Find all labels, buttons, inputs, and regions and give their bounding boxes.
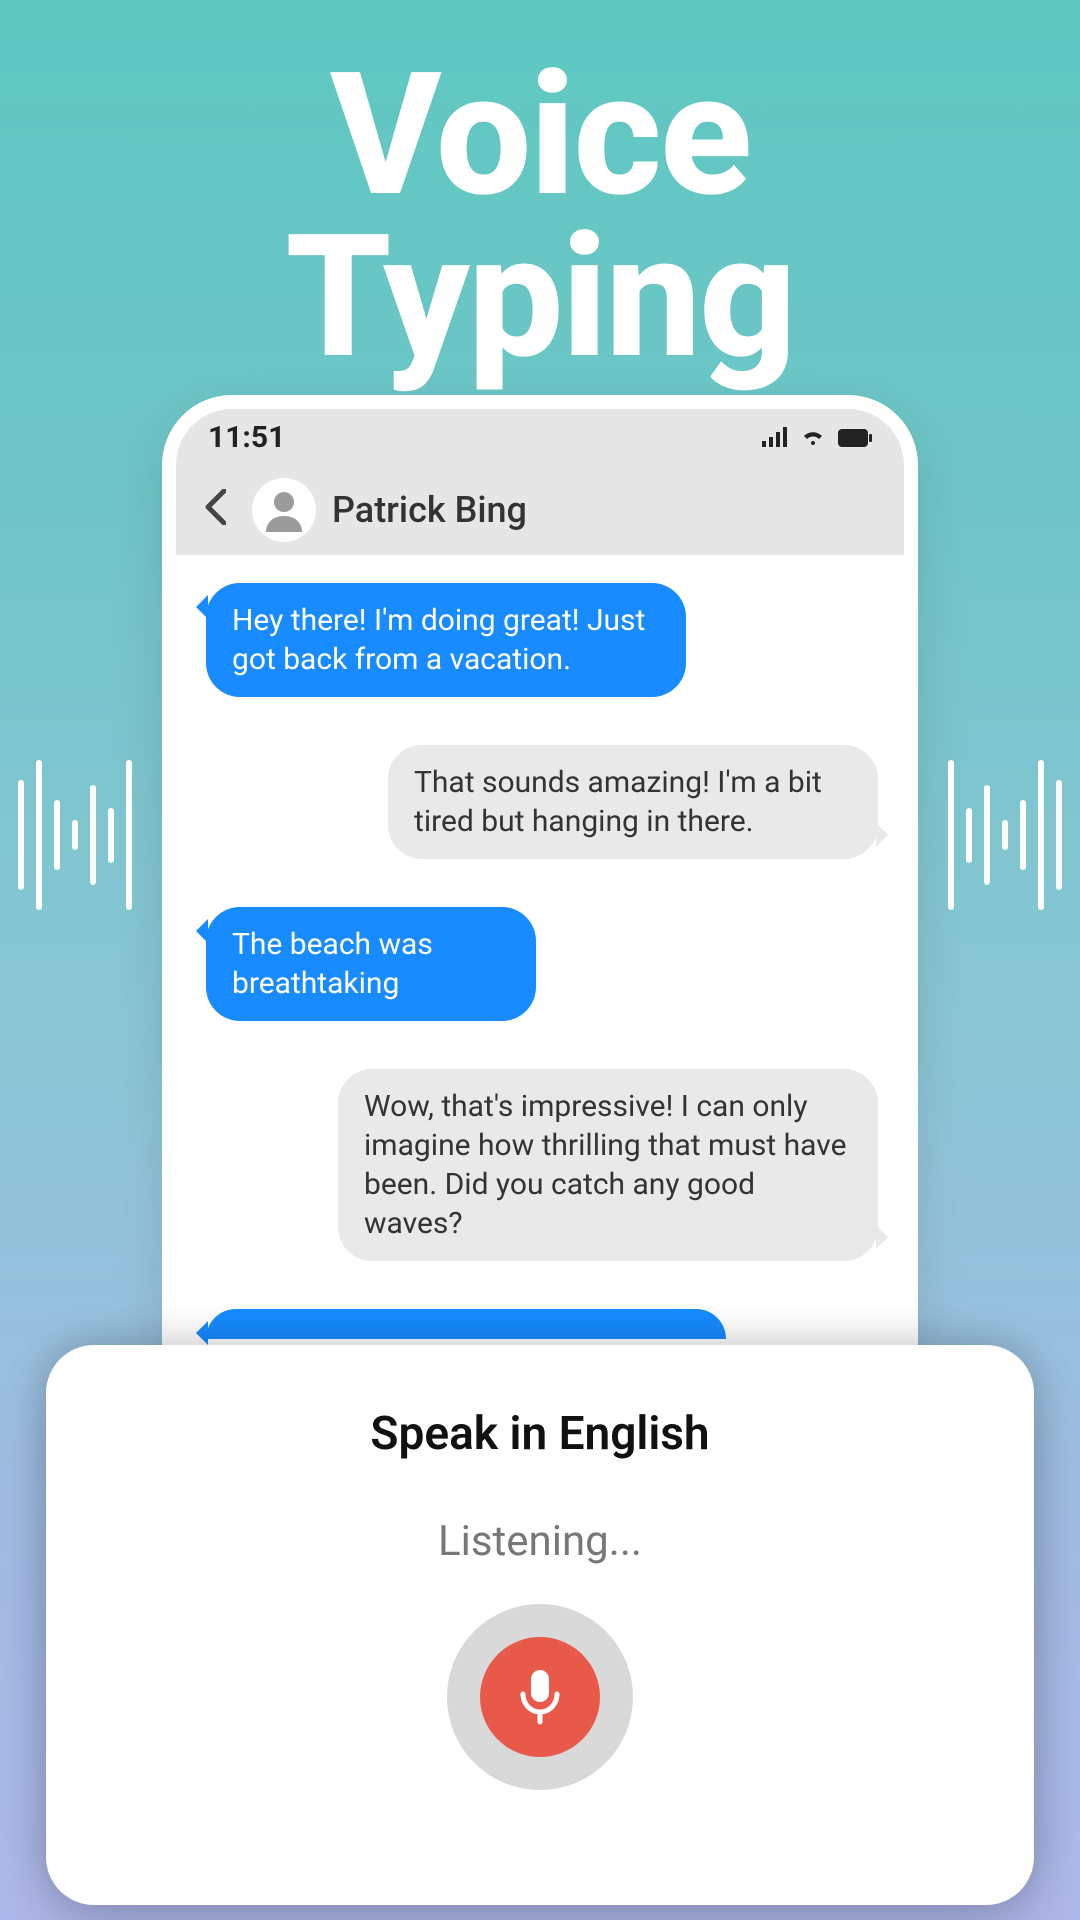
microphone-icon <box>517 1668 563 1726</box>
voice-input-title: Speak in English <box>46 1407 1034 1461</box>
message-outgoing[interactable]: Hey there! I'm doing great! Just got bac… <box>206 583 686 697</box>
status-icons <box>762 420 872 455</box>
waveform-decoration-right <box>948 760 1062 910</box>
message-thread[interactable]: Hey there! I'm doing great! Just got bac… <box>176 555 904 1339</box>
voice-input-panel: Speak in English Listening... <box>46 1345 1034 1905</box>
avatar[interactable] <box>252 478 316 542</box>
back-button[interactable] <box>194 482 236 538</box>
person-icon <box>260 486 308 534</box>
message-outgoing[interactable]: The beach was breathtaking <box>206 907 536 1021</box>
message-incoming[interactable]: Wow, that's impressive! I can only imagi… <box>338 1069 878 1261</box>
chevron-left-icon <box>204 489 226 525</box>
voice-input-status: Listening... <box>46 1517 1034 1566</box>
waveform-decoration-left <box>18 760 132 910</box>
status-time: 11:51 <box>208 420 285 455</box>
promo-title: Voice Typing <box>0 0 1080 378</box>
status-bar: 11:51 <box>176 409 904 465</box>
message-outgoing-partial[interactable] <box>206 1309 726 1339</box>
chat-header: Patrick Bing <box>176 465 904 555</box>
battery-icon <box>838 420 872 455</box>
mic-button-container <box>447 1604 633 1790</box>
promo-title-line2: Typing <box>0 217 1080 379</box>
contact-name[interactable]: Patrick Bing <box>332 489 527 531</box>
promo-title-line1: Voice <box>0 55 1080 217</box>
phone-mockup: 11:51 Patrick Bing Hey there! I'm doing … <box>162 395 918 1495</box>
cell-signal-icon <box>762 420 788 455</box>
mic-button[interactable] <box>480 1637 600 1757</box>
wifi-icon <box>800 420 826 455</box>
message-incoming[interactable]: That sounds amazing! I'm a bit tired but… <box>388 745 878 859</box>
